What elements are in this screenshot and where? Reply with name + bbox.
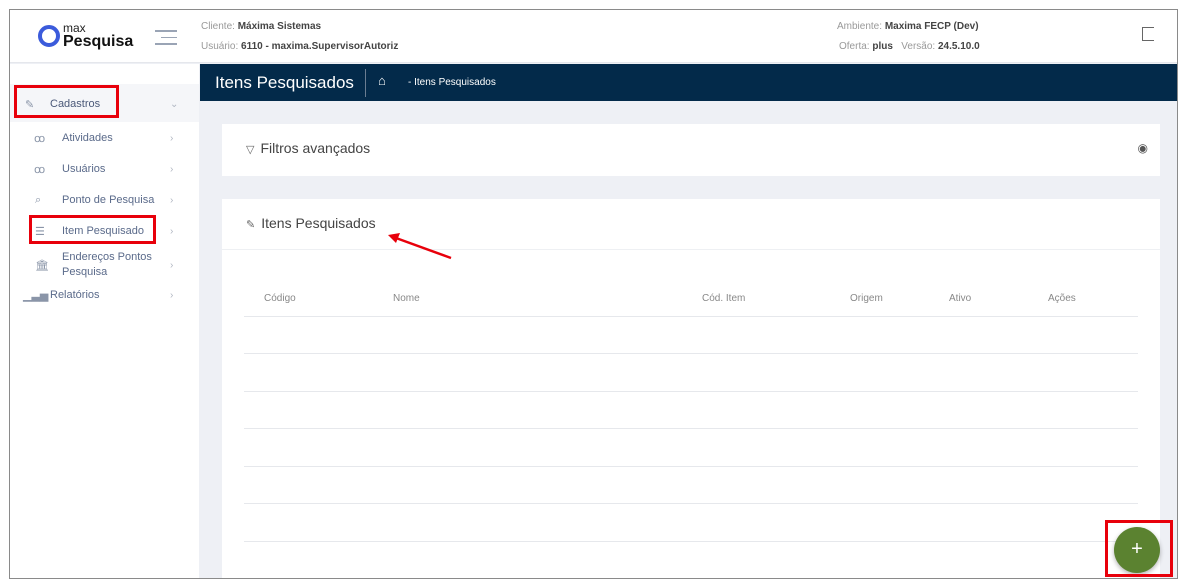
annotation-arrow <box>388 233 452 260</box>
